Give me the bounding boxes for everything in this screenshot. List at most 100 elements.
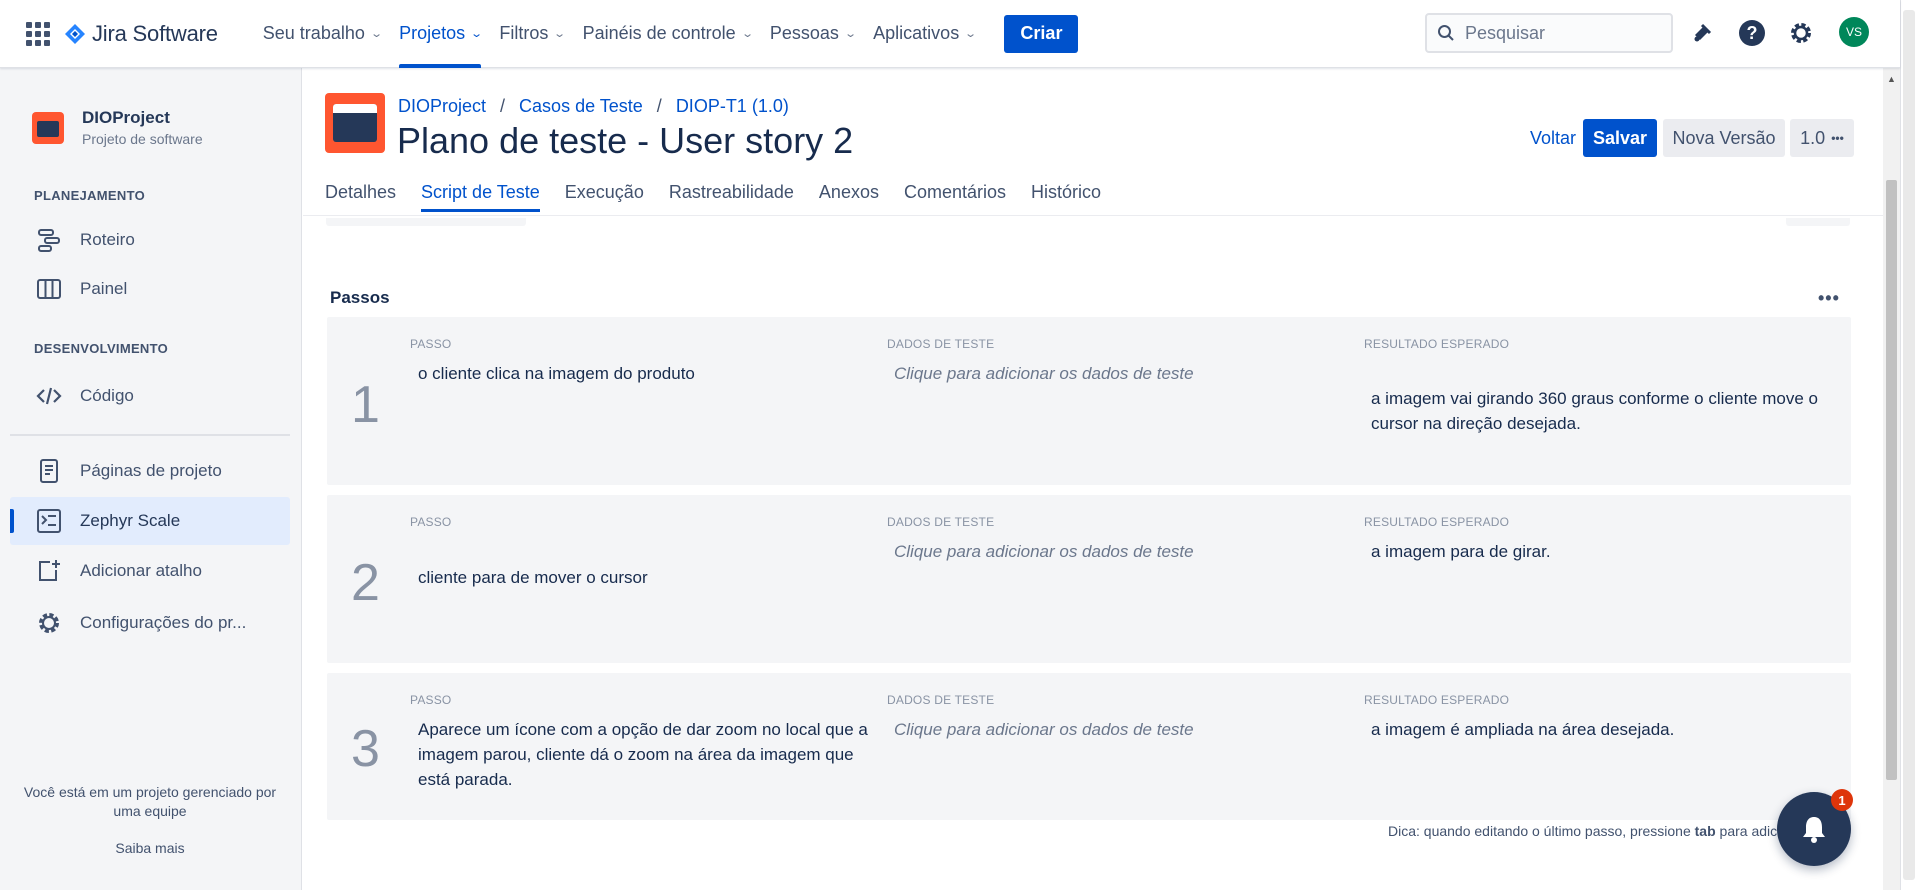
tab-execucao[interactable]: Execução <box>565 172 644 212</box>
nav-label: Filtros <box>499 23 549 43</box>
column-header-result: RESULTADO ESPERADO <box>1364 337 1510 351</box>
top-navigation: Jira Software Seu trabalho ⌄ Projetos ⌄ Fi… <box>0 0 1900 68</box>
sidebar-item-label: Páginas de projeto <box>80 461 222 480</box>
sidebar-item-label: Zephyr Scale <box>80 511 181 530</box>
tip-key: tab <box>1694 823 1716 839</box>
field-peek <box>1786 218 1850 226</box>
chevron-down-icon: ⌄ <box>553 28 567 40</box>
help-icon[interactable]: ? <box>1737 18 1767 48</box>
column-header-data: DADOS DE TESTE <box>887 693 995 707</box>
test-step-row[interactable]: 3 PASSO DADOS DE TESTE RESULTADO ESPERAD… <box>327 673 1851 820</box>
tab-historico[interactable]: Histórico <box>1031 172 1101 212</box>
zephyr-icon <box>37 509 61 533</box>
sidebar-item-paginas[interactable]: Páginas de projeto <box>10 447 290 495</box>
logo-text: Jira Software <box>92 20 218 46</box>
roadmap-icon <box>38 229 60 252</box>
scroll-up-arrow-icon[interactable]: ▲ <box>1887 74 1896 84</box>
nav-seu-trabalho[interactable]: Seu trabalho ⌄ <box>254 0 390 68</box>
search-icon <box>1438 25 1454 41</box>
sidebar-item-add-shortcut[interactable]: Adicionar atalho <box>10 547 290 595</box>
gear-icon <box>39 613 59 633</box>
steps-title: Passos <box>330 288 390 307</box>
step-number: 3 <box>351 720 380 778</box>
sidebar-item-painel[interactable]: Painel <box>10 265 290 313</box>
project-name: DIOProject <box>82 108 170 127</box>
team-managed-info: Você está em um projeto gerenciado por u… <box>23 784 277 819</box>
board-icon <box>37 279 61 299</box>
back-button[interactable]: Voltar <box>1526 119 1580 157</box>
notification-bell-button[interactable]: 1 <box>1777 789 1853 866</box>
tab-anexos[interactable]: Anexos <box>819 172 879 212</box>
tab-script-de-teste[interactable]: Script de Teste <box>421 172 540 212</box>
add-shortcut-icon <box>39 560 60 581</box>
notifications-icon[interactable] <box>1687 18 1717 48</box>
nav-paineis[interactable]: Painéis de controle ⌄ <box>574 0 761 68</box>
sidebar-item-zephyr-scale[interactable]: Zephyr Scale <box>10 497 290 545</box>
nav-label: Painéis de controle <box>582 23 736 43</box>
test-data-placeholder[interactable]: Clique para adicionar os dados de teste <box>894 717 1354 742</box>
column-header-data: DADOS DE TESTE <box>887 515 995 529</box>
test-step-row[interactable]: 2 PASSO DADOS DE TESTE RESULTADO ESPERAD… <box>327 495 1851 663</box>
test-data-placeholder[interactable]: Clique para adicionar os dados de teste <box>894 539 1354 564</box>
search-input[interactable]: Pesquisar <box>1425 13 1673 53</box>
sidebar-item-label: Roteiro <box>80 230 135 249</box>
chevron-down-icon: ⌄ <box>964 28 978 40</box>
nav-projetos[interactable]: Projetos ⌄ <box>390 0 490 68</box>
column-header-data: DADOS DE TESTE <box>887 337 995 351</box>
nav-filtros[interactable]: Filtros ⌄ <box>490 0 573 68</box>
step-description[interactable]: cliente para de mover o cursor <box>418 565 878 590</box>
breadcrumb: DIOProject / Casos de Teste / DIOP-T1 (1… <box>398 96 789 117</box>
nav-aplicativos[interactable]: Aplicativos ⌄ <box>864 0 984 68</box>
keyboard-tip: Dica: quando editando o último passo, pr… <box>1388 823 1796 839</box>
tab-comentarios[interactable]: Comentários <box>904 172 1006 212</box>
notification-count-badge: 1 <box>1831 789 1853 811</box>
column-header-result: RESULTADO ESPERADO <box>1364 693 1510 707</box>
expected-result[interactable]: a imagem é ampliada na área desejada. <box>1371 717 1841 742</box>
breadcrumb-project[interactable]: DIOProject <box>398 96 486 117</box>
sidebar-item-codigo[interactable]: Código <box>10 372 290 420</box>
sidebar-item-label: Painel <box>80 279 128 298</box>
expected-result[interactable]: a imagem vai girando 360 graus conforme … <box>1371 386 1841 436</box>
step-description[interactable]: o cliente clica na imagem do produto <box>418 361 878 386</box>
save-button[interactable]: Salvar <box>1583 119 1657 157</box>
step-description[interactable]: Aparece um ícone com a opção de dar zoom… <box>418 717 888 792</box>
app-switcher-icon[interactable] <box>26 21 50 46</box>
column-header-result: RESULTADO ESPERADO <box>1364 515 1510 529</box>
main-content: DIOProject / Casos de Teste / DIOP-T1 (1… <box>303 68 1883 890</box>
version-dropdown[interactable]: 1.0 ••• <box>1790 119 1854 157</box>
page-title[interactable]: Plano de teste - User story 2 <box>397 120 853 162</box>
breadcrumb-test-cases[interactable]: Casos de Teste <box>519 96 643 117</box>
breadcrumb-test-key[interactable]: DIOP-T1 (1.0) <box>676 96 789 117</box>
svg-text:?: ? <box>1747 23 1758 43</box>
column-header-step: PASSO <box>410 515 452 529</box>
scrollbar-thumb[interactable] <box>1886 180 1897 780</box>
expected-result[interactable]: a imagem para de girar. <box>1371 539 1841 564</box>
tab-detalhes[interactable]: Detalhes <box>325 172 396 212</box>
settings-gear-icon[interactable] <box>1786 18 1816 48</box>
test-data-placeholder[interactable]: Clique para adicionar os dados de teste <box>894 361 1354 386</box>
create-button[interactable]: Criar <box>1004 14 1079 53</box>
sidebar-item-roteiro[interactable]: Roteiro <box>10 216 290 264</box>
user-avatar[interactable]: VS <box>1839 17 1869 47</box>
chevron-down-icon: ⌄ <box>844 28 857 40</box>
new-version-button[interactable]: Nova Versão <box>1663 119 1785 157</box>
pages-icon <box>40 459 58 483</box>
field-peek <box>326 218 526 226</box>
tab-bar: Detalhes Script de Teste Execução Rastre… <box>325 172 1101 212</box>
nav-pessoas[interactable]: Pessoas ⌄ <box>761 0 864 68</box>
jira-logo[interactable]: Jira Software <box>64 21 218 47</box>
code-icon <box>36 387 62 405</box>
project-type: Projeto de software <box>82 131 203 147</box>
sidebar-item-settings[interactable]: Configurações do pr... <box>10 599 290 647</box>
project-sidebar: DIOProject Projeto de software PLANEJAME… <box>0 68 302 890</box>
window-scrollbar-thumb[interactable] <box>1903 10 1915 880</box>
nav-label: Projetos <box>399 23 466 43</box>
tab-rastreabilidade[interactable]: Rastreabilidade <box>669 172 794 212</box>
project-header[interactable]: DIOProject Projeto de software <box>32 108 203 147</box>
steps-more-button[interactable]: ••• <box>1818 288 1840 309</box>
learn-more-link[interactable]: Saiba mais <box>10 840 290 856</box>
step-number: 2 <box>351 554 380 612</box>
test-step-row[interactable]: 1 PASSO DADOS DE TESTE RESULTADO ESPERAD… <box>327 317 1851 485</box>
step-number: 1 <box>351 376 380 434</box>
sidebar-divider <box>10 434 290 436</box>
